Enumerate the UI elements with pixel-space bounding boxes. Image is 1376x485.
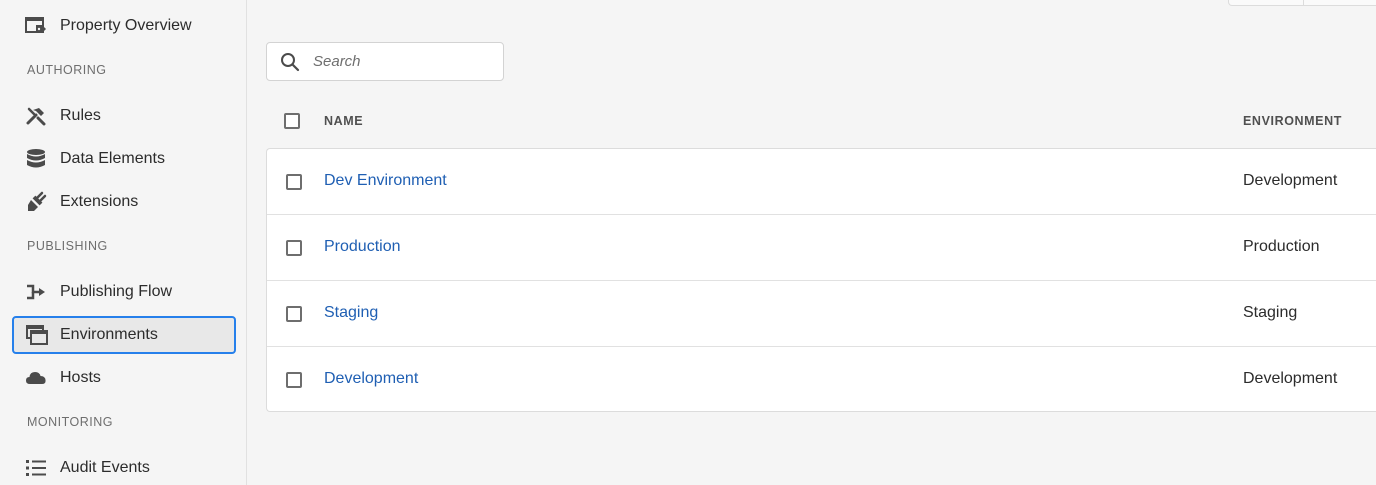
sidebar-item-hosts[interactable]: Hosts [12,360,236,396]
column-header-name[interactable]: NAME [324,114,363,128]
sidebar-item-label: Extensions [60,193,139,210]
table-header: NAME ENVIRONMENT [266,100,1376,140]
publishing-flow-icon [12,283,60,301]
row-checkbox[interactable] [286,174,302,190]
environment-type: Staging [1243,304,1298,321]
top-button-group[interactable] [1228,0,1376,6]
sidebar-item-publishing-flow[interactable]: Publishing Flow [12,274,236,310]
row-checkbox[interactable] [286,372,302,388]
sidebar-item-property-overview[interactable]: Property Overview [12,8,236,44]
sidebar: Property Overview AUTHORING Rules Data E… [0,0,247,485]
main-content: NAME ENVIRONMENT Dev Environment Develop… [248,0,1376,485]
table-row[interactable]: Development Development [267,347,1376,413]
sidebar-item-rules[interactable]: Rules [12,98,236,134]
table-row[interactable]: Staging Staging [267,281,1376,347]
environment-type: Production [1243,238,1320,255]
sidebar-item-environments[interactable]: Environments [12,316,236,354]
search-field[interactable] [266,42,504,81]
list-icon [12,459,60,477]
section-heading-authoring: AUTHORING [27,63,107,77]
environment-name-link[interactable]: Staging [324,304,378,322]
environment-type: Development [1243,172,1338,189]
environment-name-link[interactable]: Development [324,370,418,388]
row-checkbox[interactable] [286,306,302,322]
hammer-icon [12,106,60,126]
environments-table: Dev Environment Development Production P… [266,148,1376,412]
divider [1303,0,1304,6]
environment-name-link[interactable]: Production [324,238,401,256]
section-heading-publishing: PUBLISHING [27,239,108,253]
column-header-environment[interactable]: ENVIRONMENT [1243,114,1342,128]
table-row[interactable]: Production Production [267,215,1376,281]
sidebar-item-label: Property Overview [60,17,192,34]
sidebar-item-label: Rules [60,107,101,124]
search-input[interactable] [313,53,493,70]
database-icon [12,148,60,170]
search-icon [267,52,313,72]
sidebar-item-label: Environments [60,326,158,343]
sidebar-item-label: Data Elements [60,150,165,167]
cloud-icon [12,370,60,386]
row-checkbox[interactable] [286,240,302,256]
table-row[interactable]: Dev Environment Development [267,149,1376,215]
sidebar-item-audit-events[interactable]: Audit Events [12,450,236,485]
environment-type: Development [1243,370,1338,387]
sidebar-item-label: Publishing Flow [60,283,173,300]
sidebar-item-data-elements[interactable]: Data Elements [12,141,236,177]
property-overview-icon [12,16,60,36]
section-heading-monitoring: MONITORING [27,415,114,429]
select-all-checkbox[interactable] [284,113,300,129]
sidebar-item-label: Hosts [60,369,101,386]
windows-icon [14,325,60,345]
sidebar-item-label: Audit Events [60,459,150,476]
plug-icon [12,191,60,213]
environment-name-link[interactable]: Dev Environment [324,172,447,190]
sidebar-item-extensions[interactable]: Extensions [12,184,236,220]
